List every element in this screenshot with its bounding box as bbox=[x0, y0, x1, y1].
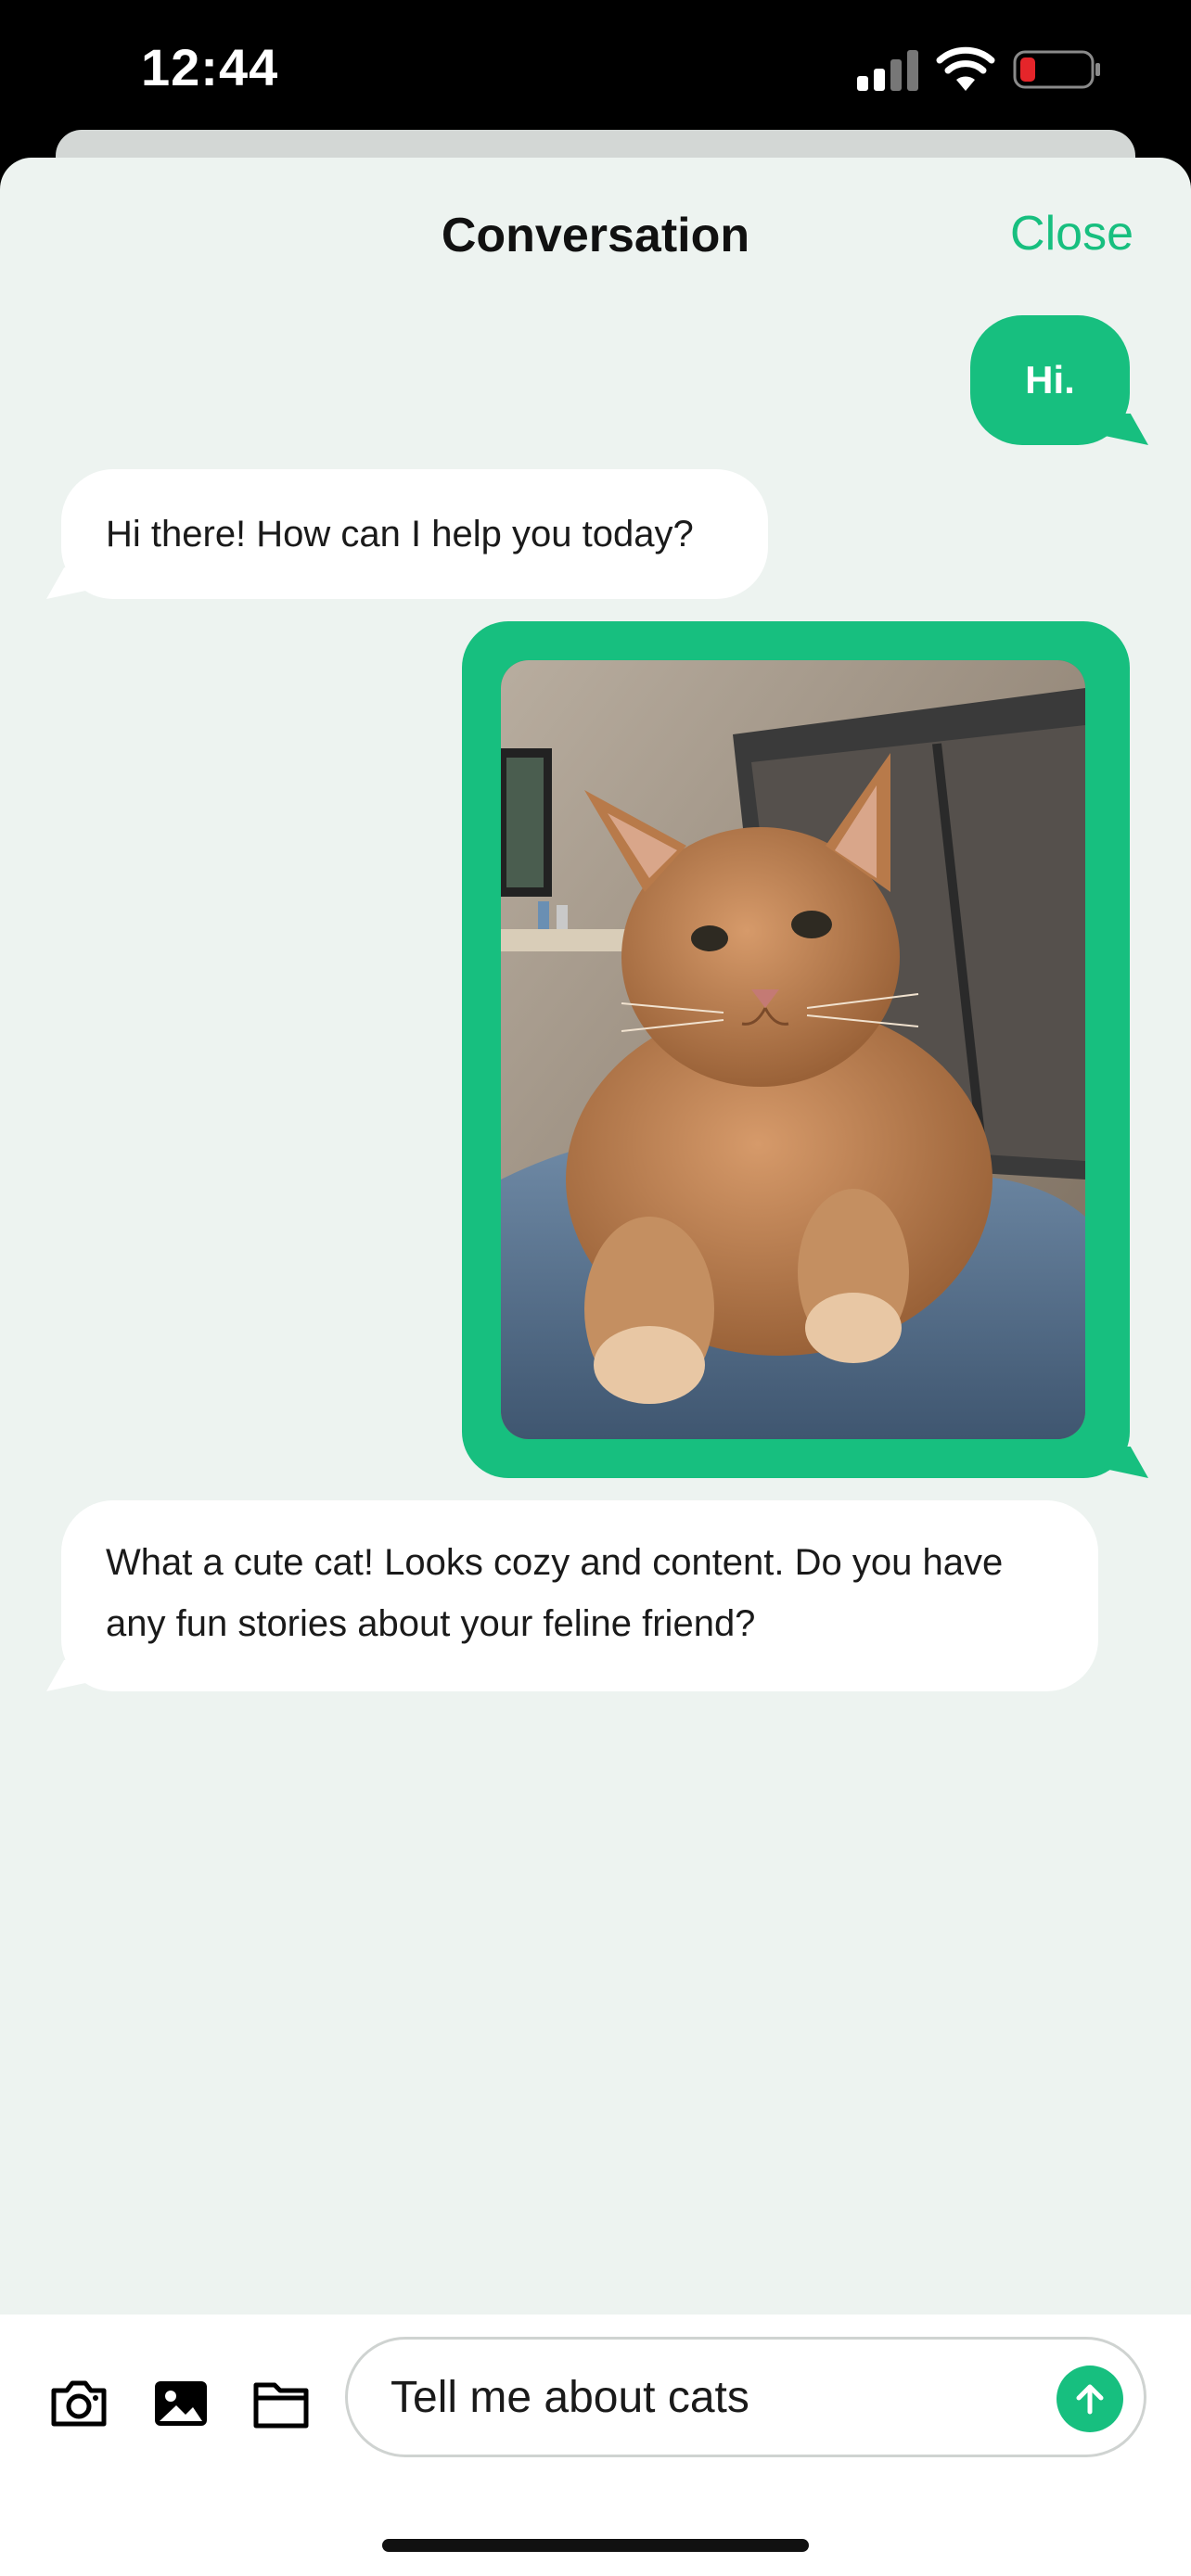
send-button[interactable] bbox=[1057, 2366, 1123, 2432]
status-time: 12:44 bbox=[141, 38, 279, 96]
cat-photo[interactable] bbox=[501, 660, 1085, 1439]
user-image-message[interactable] bbox=[462, 621, 1130, 1478]
signal-icon bbox=[857, 50, 918, 91]
battery-low-icon bbox=[1013, 50, 1100, 89]
folder-icon[interactable] bbox=[249, 2370, 314, 2435]
bubble-tail bbox=[1104, 414, 1148, 445]
message-text: Hi there! How can I help you today? bbox=[106, 514, 694, 555]
message-text: What a cute cat! Looks cozy and content.… bbox=[106, 1542, 1004, 1644]
camera-icon[interactable] bbox=[46, 2370, 111, 2435]
message-input-container[interactable] bbox=[345, 2337, 1146, 2457]
home-indicator bbox=[382, 2539, 809, 2552]
close-button[interactable]: Close bbox=[1010, 206, 1133, 261]
assistant-message: Hi there! How can I help you today? bbox=[61, 469, 768, 599]
bubble-tail bbox=[46, 1660, 91, 1691]
conversation-sheet: Conversation Close Hi. Hi there! How can… bbox=[0, 158, 1191, 2576]
bubble-tail bbox=[46, 567, 91, 599]
message-text: Hi. bbox=[1025, 358, 1075, 402]
image-icon[interactable] bbox=[148, 2370, 213, 2435]
wifi-icon bbox=[936, 46, 995, 91]
bubble-tail bbox=[1104, 1447, 1148, 1478]
message-input[interactable] bbox=[391, 2340, 1021, 2455]
assistant-message: What a cute cat! Looks cozy and content.… bbox=[61, 1500, 1098, 1691]
composer-bar bbox=[0, 2315, 1191, 2576]
status-bar: 12:44 bbox=[0, 0, 1191, 139]
arrow-up-icon bbox=[1076, 2384, 1104, 2415]
